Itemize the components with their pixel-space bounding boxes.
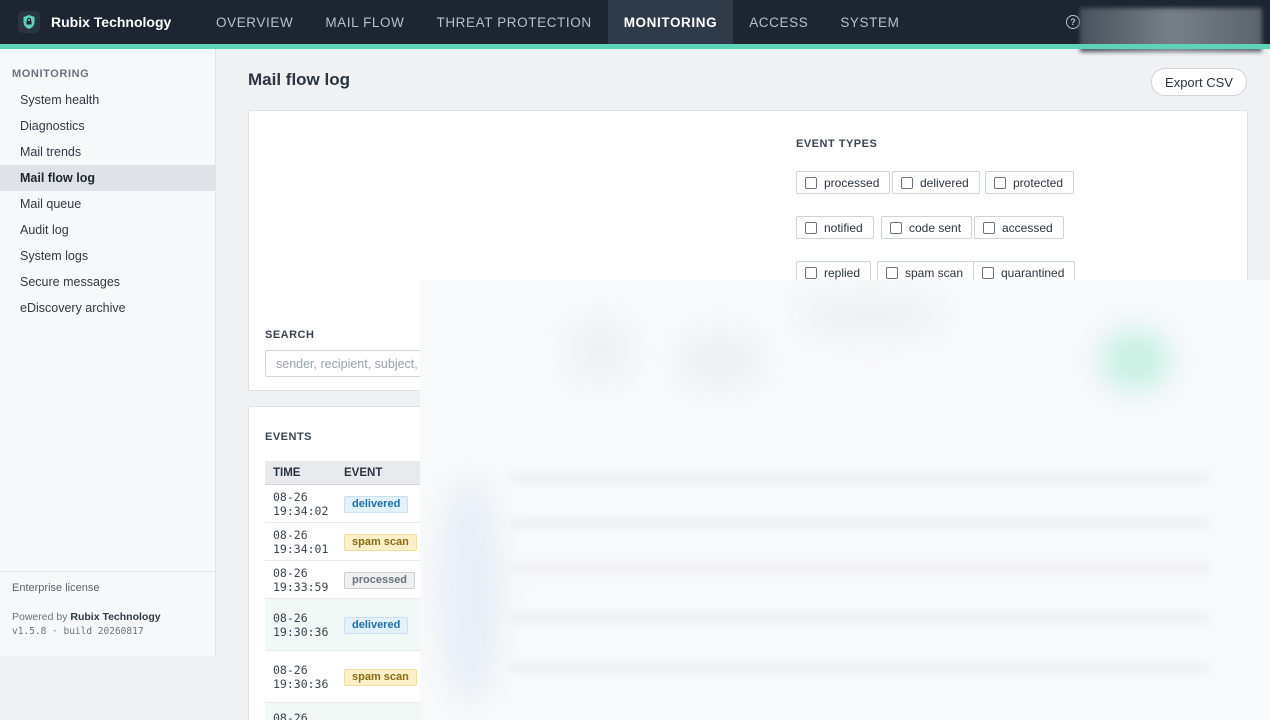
event-badge: spam scan	[344, 668, 417, 686]
event-time: 08-26 19:30:36	[265, 611, 344, 639]
sidebar-item-secure-messages[interactable]: Secure messages	[0, 269, 215, 295]
event-clock: 19:30:36	[273, 624, 329, 639]
sidebar-list: System health Diagnostics Mail trends Ma…	[0, 87, 215, 321]
search-label: SEARCH	[265, 329, 315, 341]
nav-mail-flow[interactable]: MAIL FLOW	[309, 0, 420, 44]
nav-access[interactable]: ACCESS	[733, 0, 824, 44]
event-badge: spam scan	[344, 533, 417, 551]
filter-chip-notified[interactable]: notified	[796, 216, 874, 239]
sidebar-item-system-health[interactable]: System health	[0, 87, 215, 113]
checkbox[interactable]	[805, 266, 817, 279]
chip-label: protected	[1013, 175, 1064, 190]
event-badge: delivered	[344, 616, 409, 634]
nav-threat-protection[interactable]: THREAT PROTECTION	[420, 0, 607, 44]
chip-label: quarantined	[1001, 265, 1065, 280]
chip-label: processed	[824, 175, 880, 190]
blurred-line	[510, 615, 1210, 621]
blurred-line	[510, 665, 1210, 671]
event-time: 08-26 19:33:59	[265, 566, 344, 594]
filter-chip-processed[interactable]: processed	[796, 171, 891, 194]
event-time: 08-26 19:30:36	[265, 663, 344, 691]
event-date: 08-26	[273, 565, 308, 580]
event-date: 08-26	[273, 662, 308, 677]
sidebar-item-mail-trends[interactable]: Mail trends	[0, 139, 215, 165]
sidebar-heading: MONITORING	[12, 68, 90, 80]
chip-label: delivered	[920, 175, 969, 190]
chip-label: replied	[824, 265, 861, 280]
checkbox[interactable]	[983, 221, 995, 234]
license-text: Enterprise license	[12, 582, 100, 594]
sidebar-item-system-logs[interactable]: System logs	[0, 243, 215, 269]
checkbox[interactable]	[890, 221, 902, 234]
event-date: 08-26	[273, 489, 308, 504]
blurred-accent-shape	[1100, 330, 1170, 390]
sidebar-item-audit-log[interactable]: Audit log	[0, 217, 215, 243]
powered-by: Powered by Rubix Technology	[12, 611, 215, 623]
event-clock: 19:30:36	[273, 676, 329, 691]
page-title: Mail flow log	[248, 70, 350, 89]
chip-label: notified	[824, 220, 863, 235]
event-clock: 19:34:01	[273, 541, 329, 556]
sidebar-item-diagnostics[interactable]: Diagnostics	[0, 113, 215, 139]
blurred-line	[510, 565, 1210, 571]
export-csv-button[interactable]: Export CSV	[1151, 68, 1247, 96]
event-badge: processed	[344, 571, 416, 589]
chip-label: accessed	[1002, 220, 1053, 235]
blurred-shape	[570, 320, 630, 380]
filter-chip-delivered[interactable]: delivered	[892, 171, 980, 194]
sidebar-item-ediscovery-archive[interactable]: eDiscovery archive	[0, 295, 215, 321]
event-date: 08-26	[273, 711, 308, 720]
events-label: EVENTS	[265, 431, 313, 443]
checkbox[interactable]	[886, 266, 898, 279]
nav-overview[interactable]: OVERVIEW	[200, 0, 309, 44]
sidebar: MONITORING System health Diagnostics Mai…	[0, 49, 216, 656]
help-icon[interactable]: ?	[1066, 15, 1080, 29]
event-clock: 19:33:59	[273, 579, 329, 594]
brand-name: Rubix Technology	[51, 14, 172, 30]
nav-system[interactable]: SYSTEM	[824, 0, 915, 44]
obscured-region	[420, 280, 1270, 720]
shield-logo-icon	[18, 11, 40, 33]
blurred-line	[510, 520, 1210, 526]
main-nav: OVERVIEW MAIL FLOW THREAT PROTECTION MON…	[200, 0, 915, 44]
top-navigation-bar: Rubix Technology OVERVIEW MAIL FLOW THRE…	[0, 0, 1270, 52]
checkbox[interactable]	[805, 176, 817, 189]
event-date: 08-26	[273, 610, 308, 625]
filter-chip-protected[interactable]: protected	[985, 171, 1075, 194]
event-time: 08-26 19:34:02	[265, 490, 344, 518]
brand[interactable]: Rubix Technology	[0, 0, 200, 44]
blurred-shape	[800, 295, 940, 335]
blurred-shape	[440, 480, 500, 700]
checkbox[interactable]	[982, 266, 994, 279]
chip-label: spam scan	[905, 265, 964, 280]
sidebar-footer: Enterprise license Powered by Rubix Tech…	[0, 571, 215, 656]
filter-chip-code-sent[interactable]: code sent	[881, 216, 973, 239]
blurred-shape	[680, 335, 760, 385]
version-text: v1.5.8 · build 20260817	[12, 626, 144, 637]
event-date: 08-26	[273, 527, 308, 542]
powered-prefix: Powered by	[12, 611, 68, 623]
powered-brand: Rubix Technology	[70, 611, 161, 623]
checkbox[interactable]	[805, 221, 817, 234]
event-badge: delivered	[344, 495, 409, 513]
event-time: 08-26 19:34:01	[265, 528, 344, 556]
event-types-label: EVENT TYPES	[796, 138, 878, 150]
checkbox[interactable]	[901, 176, 913, 189]
nav-monitoring[interactable]: MONITORING	[607, 0, 734, 44]
event-time: 08-26	[265, 711, 344, 720]
checkbox[interactable]	[994, 176, 1006, 189]
chip-label: code sent	[909, 220, 962, 235]
event-clock: 19:34:02	[273, 503, 329, 518]
blurred-line	[510, 475, 1210, 481]
column-header-time[interactable]: TIME	[265, 467, 344, 479]
filter-chip-accessed[interactable]: accessed	[974, 216, 1064, 239]
sidebar-item-mail-queue[interactable]: Mail queue	[0, 191, 215, 217]
sidebar-item-mail-flow-log[interactable]: Mail flow log	[0, 165, 215, 191]
